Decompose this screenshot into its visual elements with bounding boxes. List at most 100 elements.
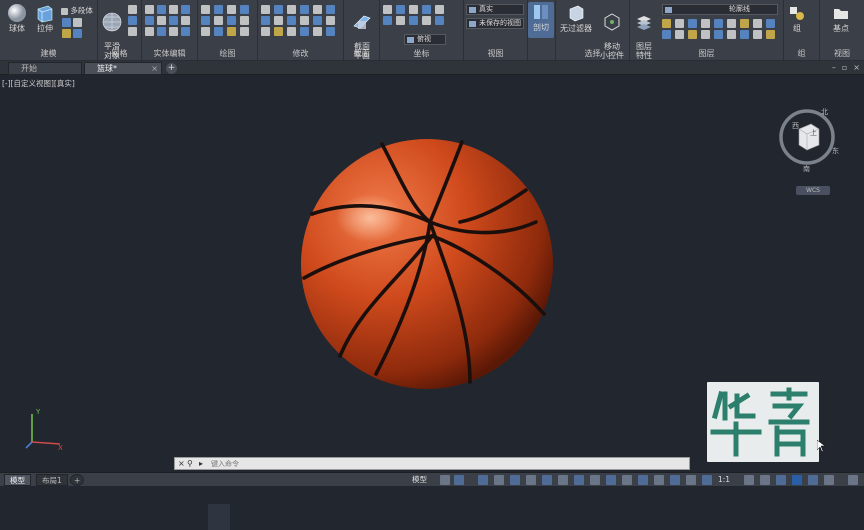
ucs-view-dropdown[interactable]: 俯视 <box>404 34 446 45</box>
fillet-icon[interactable] <box>261 16 270 25</box>
layer-current-icon[interactable] <box>753 19 762 28</box>
selection-cycling-icon[interactable] <box>622 475 632 485</box>
layer-dropdown[interactable]: 轮廓线 <box>662 4 778 15</box>
line-icon[interactable] <box>201 5 210 14</box>
viewcube-north[interactable]: 北 <box>821 107 828 117</box>
viewcube[interactable]: 西 北 东 南 上 <box>777 107 839 173</box>
point-icon[interactable] <box>240 27 249 36</box>
chamfer-icon[interactable] <box>274 16 283 25</box>
subtract-icon[interactable] <box>157 5 166 14</box>
annotation-scale-icon[interactable] <box>686 475 696 485</box>
layer-unlock-icon[interactable] <box>675 30 684 39</box>
copy-icon[interactable] <box>313 5 322 14</box>
ucs-world-icon[interactable] <box>396 5 405 14</box>
otrack-icon[interactable] <box>542 475 552 485</box>
explode-icon[interactable] <box>261 27 270 36</box>
annotation-visibility-icon[interactable] <box>654 475 664 485</box>
viewcube-east[interactable]: 东 <box>832 146 839 156</box>
mirror-icon[interactable] <box>326 5 335 14</box>
layer-iso-icon[interactable] <box>701 19 710 28</box>
ucs-z-icon[interactable] <box>422 5 431 14</box>
stretch-icon[interactable] <box>287 16 296 25</box>
polar-icon[interactable] <box>494 475 504 485</box>
ucs-face-icon[interactable] <box>435 16 444 25</box>
polyline-icon[interactable] <box>214 5 223 14</box>
scale-icon[interactable] <box>300 16 309 25</box>
union-icon[interactable] <box>145 5 154 14</box>
hardware-acceleration-icon[interactable] <box>792 475 802 485</box>
extrude-button[interactable]: 拉伸 <box>30 3 60 33</box>
mesh-crease-icon[interactable] <box>128 16 137 25</box>
section-button[interactable]: 剖切 <box>528 2 554 38</box>
viewcube-top-face[interactable]: 上 <box>810 128 817 138</box>
osnap-icon[interactable] <box>510 475 520 485</box>
break-icon[interactable] <box>300 27 309 36</box>
auto-scale-icon[interactable] <box>670 475 680 485</box>
ucs-icon[interactable] <box>383 5 392 14</box>
plus-icon[interactable] <box>760 475 770 485</box>
tab-start[interactable]: 开始 <box>8 62 82 75</box>
3d-osnap-icon[interactable] <box>526 475 536 485</box>
layer-on-icon[interactable] <box>662 19 671 28</box>
ucs-3point-icon[interactable] <box>435 5 444 14</box>
slice-icon[interactable] <box>145 16 154 25</box>
offset-icon[interactable] <box>326 16 335 25</box>
gear-icon[interactable] <box>744 475 754 485</box>
shell-icon[interactable] <box>145 27 154 36</box>
interfere-icon[interactable] <box>181 5 190 14</box>
layer-thaw-icon[interactable] <box>662 30 671 39</box>
lineweight-icon[interactable] <box>590 475 600 485</box>
snap-icon[interactable] <box>454 475 464 485</box>
align-icon[interactable] <box>274 27 283 36</box>
revolve-icon[interactable] <box>62 29 71 38</box>
chamfer-edge-icon[interactable] <box>169 27 178 36</box>
group-button[interactable]: 组 <box>786 3 808 33</box>
3d-rotate-icon[interactable] <box>326 27 335 36</box>
layer-change-icon[interactable] <box>753 30 762 39</box>
command-input[interactable] <box>211 459 685 469</box>
separate-icon[interactable] <box>181 16 190 25</box>
rectangle-icon[interactable] <box>214 16 223 25</box>
customize-icon[interactable] <box>824 475 834 485</box>
layer-walk-icon[interactable] <box>688 30 697 39</box>
annotation-scale-value[interactable]: 1:1 <box>718 474 730 486</box>
ortho-icon[interactable] <box>478 475 488 485</box>
circle-icon[interactable] <box>240 5 249 14</box>
ucs-icon[interactable]: Y X <box>22 406 66 450</box>
lengthen-icon[interactable] <box>313 27 322 36</box>
erase-icon[interactable] <box>300 5 309 14</box>
intersect-icon[interactable] <box>169 5 178 14</box>
basketball-model[interactable] <box>300 138 554 390</box>
box-icon[interactable] <box>62 18 71 27</box>
menu-icon[interactable] <box>848 475 858 485</box>
drawing-viewport[interactable]: [-][自定义视图][真实] 西 北 东 南 上 WCS Y X <box>0 76 864 530</box>
restore-icon[interactable]: ▫ <box>842 61 847 75</box>
dyn-icon[interactable] <box>574 475 584 485</box>
spline-icon[interactable] <box>201 16 210 25</box>
layer-delete-icon[interactable] <box>714 30 723 39</box>
command-customize-icon[interactable]: ⚲ <box>187 458 193 469</box>
close-viewport-icon[interactable]: × <box>853 61 860 75</box>
visual-style-dropdown[interactable]: 真实 <box>466 4 524 15</box>
workspace-icon[interactable] <box>702 475 712 485</box>
minimize-icon[interactable]: – <box>832 61 836 75</box>
extract-edges-icon[interactable] <box>181 27 190 36</box>
layer-lock-icon[interactable] <box>688 19 697 28</box>
ucs-y-icon[interactable] <box>396 16 405 25</box>
ellipse-icon[interactable] <box>227 16 236 25</box>
layer-unisolate-icon[interactable] <box>714 19 723 28</box>
model-space-toggle[interactable]: 模型 <box>412 474 427 486</box>
new-tab-button[interactable]: + <box>166 63 177 74</box>
layer-merge-icon[interactable] <box>701 30 710 39</box>
ucs-x-icon[interactable] <box>383 16 392 25</box>
viewcube-west[interactable]: 西 <box>792 121 799 131</box>
polysolid-button[interactable]: 多段体 <box>61 5 93 16</box>
gizmo-icon[interactable] <box>638 475 648 485</box>
imprint-icon[interactable] <box>169 16 178 25</box>
fillet-edge-icon[interactable] <box>157 27 166 36</box>
command-close-icon[interactable]: × <box>178 458 185 469</box>
clean-screen-icon[interactable] <box>808 475 818 485</box>
sphere-button[interactable]: 球体 <box>2 3 32 33</box>
viewport-label[interactable]: [-][自定义视图][真实] <box>2 78 75 89</box>
hatch-icon[interactable] <box>201 27 210 36</box>
